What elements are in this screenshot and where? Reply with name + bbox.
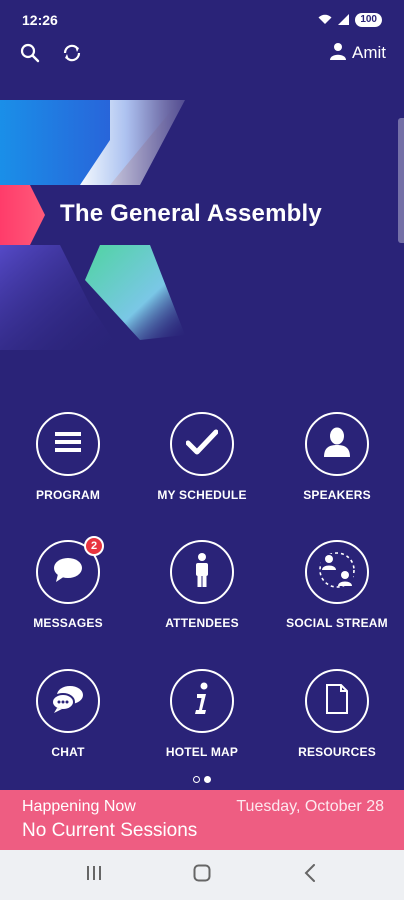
checkmark-icon xyxy=(185,429,219,460)
back-icon xyxy=(304,863,316,887)
happening-now-title: Happening Now xyxy=(22,798,136,815)
signal-icon xyxy=(338,12,350,28)
top-toolbar: Amit xyxy=(0,38,404,68)
tile-attendees[interactable]: ATTENDEES xyxy=(142,540,262,630)
messages-badge: 2 xyxy=(84,536,104,556)
people-exchange-icon xyxy=(317,550,357,595)
search-icon[interactable] xyxy=(18,41,42,65)
chat-bubble-icon xyxy=(53,557,83,588)
home-button[interactable] xyxy=(182,855,222,895)
info-icon xyxy=(192,682,212,721)
recent-apps-icon xyxy=(85,865,103,886)
battery-indicator: 100 xyxy=(355,13,382,27)
status-icons: 100 xyxy=(318,12,382,28)
tile-program[interactable]: PROGRAM xyxy=(8,412,128,502)
tile-label-messages: MESSAGES xyxy=(33,616,103,630)
user-profile-button[interactable]: Amit xyxy=(330,42,386,65)
wifi-icon xyxy=(318,12,332,28)
chat-bubbles-icon xyxy=(51,685,85,718)
status-time: 12:26 xyxy=(22,12,58,28)
resources-button[interactable] xyxy=(305,669,369,733)
system-navigation-bar xyxy=(0,850,404,900)
refresh-icon[interactable] xyxy=(60,41,84,65)
page-dot-1[interactable] xyxy=(193,776,200,783)
recent-apps-button[interactable] xyxy=(74,855,114,895)
tile-messages[interactable]: 2 MESSAGES xyxy=(8,536,128,630)
program-button[interactable] xyxy=(36,412,100,476)
tile-label-chat: CHAT xyxy=(51,745,85,759)
scrollbar[interactable] xyxy=(398,118,404,243)
messages-button[interactable]: 2 xyxy=(36,536,104,604)
status-bar: 12:26 100 xyxy=(0,0,404,40)
user-name: Amit xyxy=(352,43,386,62)
tile-label-social-stream: SOCIAL STREAM xyxy=(286,616,388,630)
tile-label-resources: RESOURCES xyxy=(298,745,376,759)
page-dot-2[interactable] xyxy=(204,776,211,783)
tile-label-my-schedule: MY SCHEDULE xyxy=(157,488,247,502)
tile-chat[interactable]: CHAT xyxy=(8,669,128,759)
tile-label-hotel-map: HOTEL MAP xyxy=(165,745,239,759)
tile-label-attendees: ATTENDEES xyxy=(165,616,239,630)
event-banner: The General Assembly xyxy=(0,90,404,350)
chat-button[interactable] xyxy=(36,669,100,733)
happening-now-date: Tuesday, October 28 xyxy=(236,798,384,815)
tile-my-schedule[interactable]: MY SCHEDULE xyxy=(142,412,262,502)
document-icon xyxy=(326,683,348,719)
tile-label-program: PROGRAM xyxy=(35,488,101,502)
tile-speakers[interactable]: SPEAKERS xyxy=(277,412,397,502)
tile-resources[interactable]: RESOURCES xyxy=(277,669,397,759)
page-indicator xyxy=(0,776,404,783)
person-info-icon xyxy=(194,552,210,592)
user-icon xyxy=(330,42,346,65)
my-schedule-button[interactable] xyxy=(170,412,234,476)
attendees-button[interactable] xyxy=(170,540,234,604)
tile-social-stream[interactable]: SOCIAL STREAM xyxy=(277,540,397,630)
social-stream-button[interactable] xyxy=(305,540,369,604)
tile-hotel-map[interactable]: HOTEL MAP xyxy=(142,669,262,759)
menu-icon xyxy=(55,431,81,458)
back-button[interactable] xyxy=(290,855,330,895)
happening-now-status: No Current Sessions xyxy=(22,820,198,841)
happening-now-panel[interactable]: Happening Now Tuesday, October 28 No Cur… xyxy=(0,790,404,850)
speakers-button[interactable] xyxy=(305,412,369,476)
hotel-map-button[interactable] xyxy=(170,669,234,733)
tile-label-speakers: SPEAKERS xyxy=(303,488,371,502)
person-icon xyxy=(324,427,350,462)
banner-title: The General Assembly xyxy=(60,200,322,227)
home-icon xyxy=(193,864,211,887)
